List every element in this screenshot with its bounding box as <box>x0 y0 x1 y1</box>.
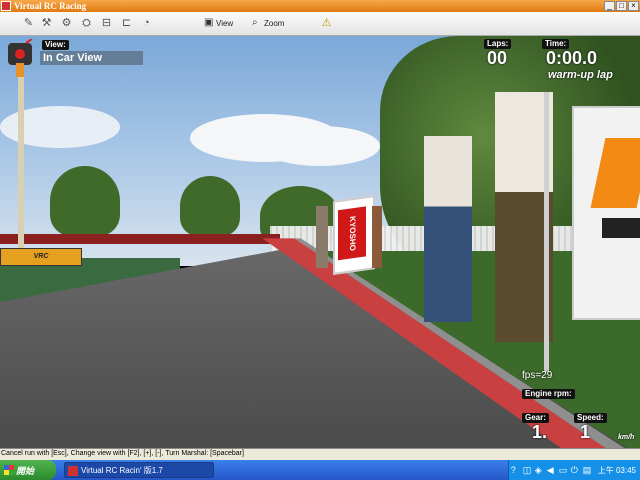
power-icon[interactable]: ⏻ <box>571 465 580 475</box>
magnifier-icon: ⌕ <box>252 17 258 28</box>
close-button[interactable]: × <box>628 1 639 11</box>
view-menu-button[interactable]: ▣ View <box>204 18 233 28</box>
lap-status: warm-up lap <box>548 69 613 81</box>
help-icon[interactable]: ? <box>511 465 520 475</box>
window-title: Virtual RC Racing <box>14 1 87 11</box>
tree <box>180 176 240 236</box>
fps-counter: fps=29 <box>522 370 553 381</box>
time-value: 0:00.0 <box>546 48 598 68</box>
volume-icon[interactable]: ◀ <box>547 465 556 475</box>
flag-pole <box>18 76 24 256</box>
security-shield-icon[interactable]: ◈ <box>535 465 544 475</box>
speed-label: Speed: <box>574 413 607 423</box>
status-hint: Cancel run with [Esc], Change view with … <box>1 450 244 457</box>
laps-value: 00 <box>487 48 508 68</box>
taskbar-app-button[interactable]: Virtual RC Racin' 版1.7 <box>64 462 214 478</box>
cloud <box>260 126 380 166</box>
window-controls: _ □ × <box>604 1 639 11</box>
speed-unit: km/h <box>618 434 635 441</box>
pen-icon[interactable]: ✎ <box>22 17 35 30</box>
zoom-menu-button[interactable]: ⌕ Zoom <box>252 18 284 28</box>
marshal-person <box>424 136 472 322</box>
sponsor-banner: KYOSHO <box>333 195 375 275</box>
gauge-icon[interactable]: ◔ <box>140 17 153 30</box>
app-icon[interactable] <box>1 1 11 11</box>
sponsor-board: VRC <box>0 248 82 266</box>
system-tray: ? ◫ ◈ ◀ ▭ ⏻ ▤ 上午 03:45 <box>508 460 640 480</box>
wrench-icon[interactable]: ⚒ <box>40 17 53 30</box>
spectator <box>372 206 382 268</box>
speed-value: 1 <box>580 422 591 442</box>
monitor-icon[interactable]: ▭ <box>559 465 568 475</box>
view-label: View: <box>42 40 69 50</box>
toolbar: ✎ ⚒ ⚙ ⛭ ⊟ ⊏ ◔ ▣ View ⌕ Zoom ⚠ <box>0 12 640 36</box>
taskbar: 開始 Virtual RC Racin' 版1.7 ? ◫ ◈ ◀ ▭ ⏻ ▤ … <box>0 460 640 480</box>
engine-rpm-label: Engine rpm: <box>522 389 575 399</box>
banner-logo <box>590 138 640 208</box>
maximize-button[interactable]: □ <box>616 1 627 11</box>
tires-icon[interactable]: ⊟ <box>100 17 113 30</box>
track-wall <box>0 234 280 244</box>
minimize-button[interactable]: _ <box>604 1 615 11</box>
windows-logo-icon <box>4 465 14 475</box>
camera-view-value: In Car View <box>40 51 143 65</box>
banner-logo-text <box>602 218 640 238</box>
chassis-icon[interactable]: ⛭ <box>80 17 93 30</box>
display-icon[interactable]: ▤ <box>583 465 592 475</box>
game-viewport[interactable]: VRC KYOSHO View: In Car View Laps: 00 Ti… <box>0 36 640 448</box>
fence-pole <box>544 92 549 372</box>
title-bar: Virtual RC Racing _ □ × <box>0 0 640 12</box>
start-label: 開始 <box>16 465 35 476</box>
app-icon <box>68 466 78 476</box>
clock[interactable]: 上午 03:45 <box>598 465 636 476</box>
gear-value: 1. <box>532 422 548 442</box>
motor-icon[interactable]: ⊏ <box>120 17 133 30</box>
start-button[interactable]: 開始 <box>0 460 56 480</box>
view-menu-label: View <box>216 18 234 28</box>
taskbar-app-label: Virtual RC Racin' 版1.7 <box>81 466 163 475</box>
spectator <box>316 206 328 268</box>
network-icon[interactable]: ◫ <box>523 465 532 475</box>
transmitter-icon <box>8 39 33 77</box>
camera-icon: ▣ <box>204 17 214 28</box>
sponsor-banner-large <box>572 106 640 320</box>
status-bar: Cancel run with [Esc], Change view with … <box>0 448 640 460</box>
car-setup-icon[interactable]: ⚙ <box>60 17 73 30</box>
banner-text: KYOSHO <box>338 206 366 261</box>
zoom-menu-label: Zoom <box>264 18 285 28</box>
tree <box>50 166 120 236</box>
warning-icon[interactable]: ⚠ <box>320 17 333 30</box>
